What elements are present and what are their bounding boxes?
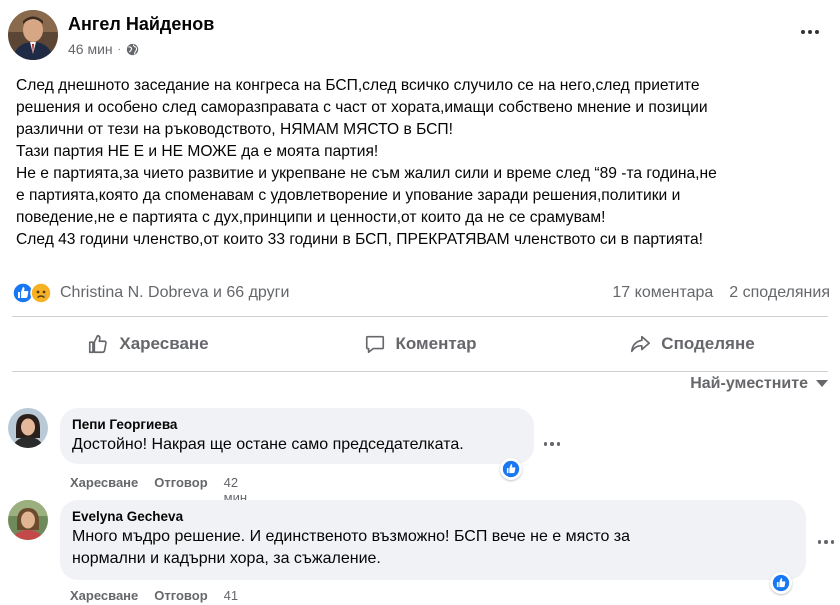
comment-like-badge[interactable] [770,572,792,594]
reactions-summary: Christina N. Dobreva и 66 други 17 комен… [12,282,830,306]
sort-label: Най-уместните [690,375,808,392]
comment-text-line: Достойно! Накрая ще остане само председа… [72,436,464,453]
sad-reaction-icon [30,282,52,309]
post-time[interactable]: 46 мин [68,41,113,57]
share-label: Споделяне [661,334,755,353]
comment-more-icon[interactable] [814,534,838,550]
divider [12,371,828,372]
reaction-icons[interactable] [12,282,52,309]
post-text: След днешното заседание на конгреса на Б… [16,75,831,251]
author-avatar[interactable] [8,10,58,60]
share-button[interactable]: Споделяне [556,318,828,370]
post-text-line: решения и особено след саморазправата с … [16,99,708,116]
comment-time[interactable]: 41 мин [224,588,247,605]
post-text-line: След днешното заседание на конгреса на Б… [16,77,700,94]
shares-count[interactable]: 2 споделяния [729,284,830,302]
comment-actions: Харесване Отговор 41 мин [70,588,247,605]
comment-like-badge[interactable] [500,458,522,480]
share-icon [629,333,651,355]
author-name[interactable]: Ангел Найденов [68,14,214,35]
thumbs-up-icon [87,333,109,355]
post-text-line: Не е партията,за чието развитие и укрепв… [16,165,717,182]
comment-text-line: нормални и кадърни хора, за съжаление. [72,550,381,567]
like-button[interactable]: Харесване [12,318,284,370]
more-options-icon[interactable] [798,22,822,42]
comment-bubble: Пепи Георгиева Достойно! Накрая ще остан… [60,408,534,464]
comment-button[interactable]: Коментар [284,318,556,370]
reaction-names[interactable]: Christina N. Dobreva и 66 други [60,284,289,302]
post-actions: Харесване Коментар Споделяне [12,318,828,370]
commenter-name[interactable]: Пепи Георгиева [72,416,520,434]
post-text-line: поведение,не е партията с дух,принципи и… [16,209,606,226]
comment-reply-link[interactable]: Отговор [154,588,207,605]
commenter-avatar[interactable] [8,500,48,540]
comment-label: Коментар [395,334,477,353]
globe-icon [126,43,139,56]
caret-down-icon [816,380,828,388]
divider [12,316,828,317]
post-text-line: е партията,която да споменавам с удовлет… [16,187,681,204]
engagement-counts: 17 коментара 2 споделяния [612,284,830,302]
comments-count[interactable]: 17 коментара [612,284,713,302]
post-meta: 46 мин · [68,41,139,57]
commenter-avatar[interactable] [8,408,48,448]
commenter-name[interactable]: Evelyna Gecheva [72,508,792,526]
comment-sort-dropdown[interactable]: Най-уместните [690,375,828,393]
post-text-line: Тази партия НЕ Е и НЕ МОЖЕ да е моята па… [16,143,379,160]
comment-like-link[interactable]: Харесване [70,588,138,605]
comment-text-line: Много мъдро решение. И единственото възм… [72,528,631,545]
separator-dot: · [117,43,121,55]
like-label: Харесване [119,334,209,353]
comment-icon [364,333,386,355]
post-header: Ангел Найденов 46 мин · [8,10,832,64]
post-text-line: различни от тези на ръководството, НЯМАМ… [16,121,453,138]
post-text-line: След 43 години членство,от които 33 годи… [16,231,703,248]
comment-more-icon[interactable] [540,436,564,452]
comment-bubble: Evelyna Gecheva Много мъдро решение. И е… [60,500,806,580]
